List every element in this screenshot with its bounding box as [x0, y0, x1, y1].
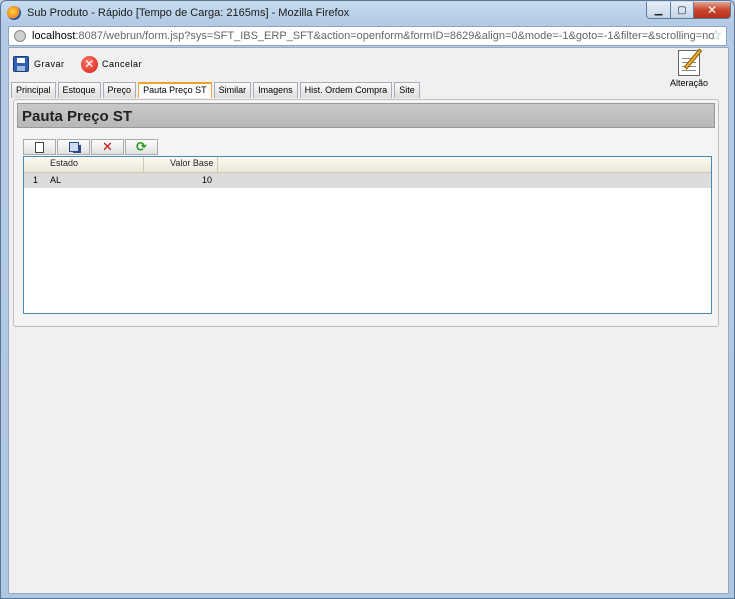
globe-icon — [14, 30, 26, 42]
tab-hist-ordem-compra[interactable]: Hist. Ordem Compra — [299, 82, 393, 98]
window-title: Sub Produto - Rápido [Tempo de Carga: 21… — [27, 7, 350, 19]
tab-similar[interactable]: Similar — [213, 82, 252, 98]
close-button[interactable]: ✕ — [693, 2, 731, 19]
new-record-button[interactable] — [23, 139, 56, 155]
copy-record-button[interactable] — [57, 139, 90, 155]
grid-header: Estado Valor Base — [24, 157, 711, 173]
address-bar[interactable]: localhost:8087/webrun/form.jsp?sys=SFT_I… — [8, 26, 727, 46]
cell-valor-base: 10 — [201, 175, 212, 185]
row-number: 1 — [33, 175, 39, 185]
maximize-button[interactable]: ▢ — [670, 2, 694, 19]
tab-estoque[interactable]: Estoque — [57, 82, 101, 98]
firefox-icon — [7, 6, 21, 20]
refresh-button[interactable]: ⟳ — [125, 139, 158, 155]
data-grid: Estado Valor Base 1 AL 10 — [23, 156, 712, 314]
url-text[interactable]: localhost:8087/webrun/form.jsp?sys=SFT_I… — [32, 30, 714, 42]
panel-title: Pauta Preço ST — [22, 108, 133, 125]
column-header-valor-base[interactable]: Valor Base — [170, 158, 213, 168]
refresh-icon: ⟳ — [136, 139, 147, 154]
minimize-button[interactable]: ▁ — [646, 2, 671, 19]
browser-window: Sub Produto - Rápido [Tempo de Carga: 21… — [0, 0, 735, 599]
alteracao-label: Alteração — [669, 78, 709, 88]
new-document-icon — [35, 141, 44, 153]
tab-pauta-preco-st[interactable]: Pauta Preço ST — [138, 82, 212, 98]
delete-record-button[interactable]: ✕ — [91, 139, 124, 155]
tab-principal[interactable]: Principal — [11, 82, 56, 98]
title-bar: Sub Produto - Rápido [Tempo de Carga: 21… — [1, 1, 734, 25]
tab-site[interactable]: Site — [394, 82, 420, 98]
cancel-label: Cancelar — [102, 59, 143, 69]
grid-toolbar: ✕ ⟳ — [23, 139, 159, 155]
column-header-estado[interactable]: Estado — [50, 158, 78, 168]
copy-icon — [68, 142, 79, 152]
cell-estado: AL — [50, 175, 62, 185]
cancel-button[interactable]: ✕ Cancelar — [81, 54, 142, 74]
page-content: Gravar ✕ Cancelar Alteração Principal Es… — [8, 47, 729, 594]
tab-imagens[interactable]: Imagens — [253, 82, 298, 98]
pauta-preco-panel: Pauta Preço ST ✕ ⟳ Estado Valor Base 1 A… — [13, 99, 719, 327]
tab-bar: Principal Estoque Preço Pauta Preço ST S… — [11, 82, 422, 98]
alteracao-button[interactable]: Alteração — [664, 48, 714, 90]
edit-document-icon — [678, 48, 703, 76]
delete-icon: ✕ — [102, 139, 113, 154]
save-label: Gravar — [34, 59, 65, 69]
tab-preco[interactable]: Preço — [102, 82, 137, 98]
save-icon — [13, 56, 29, 72]
panel-header: Pauta Preço ST — [17, 103, 715, 128]
cancel-icon: ✕ — [81, 55, 98, 73]
table-row[interactable]: 1 AL 10 — [24, 173, 711, 188]
save-button[interactable]: Gravar — [13, 54, 65, 74]
bookmark-star-icon[interactable]: ☆ — [709, 27, 722, 44]
